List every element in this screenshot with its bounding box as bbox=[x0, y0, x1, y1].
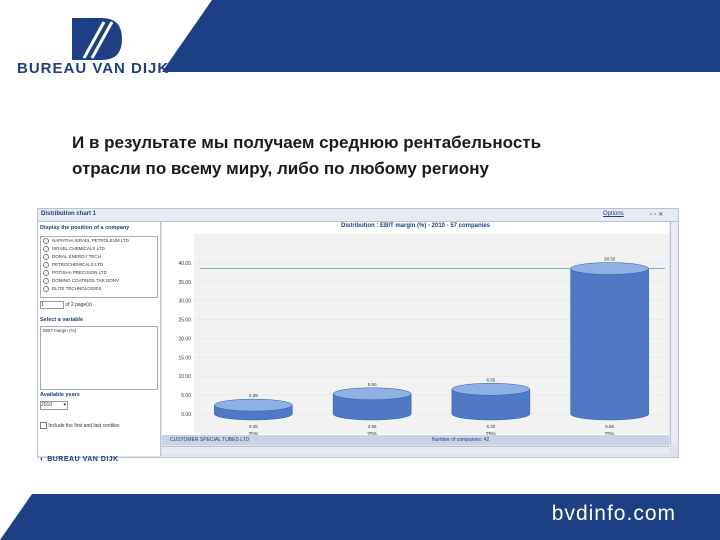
years-section-label: Available years bbox=[40, 392, 80, 398]
radio-icon[interactable] bbox=[43, 270, 49, 276]
footer-brand: ◐ BUREAU VAN DIJK bbox=[40, 456, 119, 463]
status-left: CUSTOMER SPECIAL TUBES LTD bbox=[170, 437, 250, 443]
vertical-scrollbar[interactable] bbox=[670, 222, 678, 444]
chevron-down-icon: ▾ bbox=[63, 402, 66, 408]
footer-wedge bbox=[0, 494, 32, 540]
headline-line-2: отрасли по всему миру, либо по любому ре… bbox=[72, 159, 489, 178]
year-select[interactable]: 2010 ▾ bbox=[40, 401, 68, 410]
year-value: 2010 bbox=[41, 402, 53, 408]
settings-panel: Display the position of a company NAPHTH… bbox=[38, 222, 161, 456]
radio-icon[interactable] bbox=[43, 246, 49, 252]
brand-name: BUREAU VAN DIJK bbox=[17, 60, 170, 77]
list-item[interactable]: ELITE TECHNOLOGIES bbox=[43, 286, 153, 294]
pager: 1 of 2 page(s) bbox=[40, 301, 92, 309]
y-tick-label: 20.00 bbox=[178, 336, 191, 342]
bar-lower-label: 6.65 bbox=[605, 424, 614, 429]
window-titlebar: Distribution chart 1 Options ▫▫✕ bbox=[38, 209, 678, 222]
header-wedge bbox=[162, 0, 212, 72]
bar-top bbox=[570, 262, 649, 275]
radio-icon[interactable] bbox=[43, 286, 49, 292]
footer-url: bvdinfo.com bbox=[551, 502, 676, 525]
centiles-option[interactable]: Include the first and last centiles bbox=[40, 422, 120, 429]
bar-upper-label: 6.55 bbox=[486, 377, 495, 382]
radio-icon[interactable] bbox=[43, 254, 49, 260]
y-tick-label: 5.00 bbox=[181, 393, 191, 399]
headline-line-1: И в результате мы получаем среднюю рента… bbox=[72, 133, 542, 152]
slide-headline: И в результате мы получаем среднюю рента… bbox=[72, 130, 672, 182]
list-item[interactable]: DORAL ENERGY TECH bbox=[43, 254, 153, 262]
pager-label: of 2 page(s) bbox=[65, 302, 93, 308]
y-tick-label: 30.00 bbox=[178, 299, 191, 305]
window-title: Distribution chart 1 bbox=[41, 211, 97, 217]
list-item[interactable]: POTISHA PRECISION LTD bbox=[43, 270, 153, 278]
status-right: Number of companies: 42 bbox=[432, 437, 490, 443]
company-section-label: Display the position of a company bbox=[40, 225, 130, 231]
variable-item[interactable]: EBIT margin (%) bbox=[43, 328, 153, 336]
y-tick-label: 10.00 bbox=[178, 374, 191, 380]
chart-area: Distribution : EBIT margin (%) - 2010 - … bbox=[162, 222, 669, 444]
list-item[interactable]: PETROCHEMICALS LTD bbox=[43, 262, 153, 270]
bar-upper-label: 2.35 bbox=[249, 393, 258, 398]
list-item[interactable]: ISRAEL CHEMICALS LTD bbox=[43, 246, 153, 254]
horizontal-scrollbar[interactable] bbox=[162, 446, 669, 454]
bar-upper-label: 38.50 bbox=[604, 257, 616, 262]
bar-lower-label: 5.30 bbox=[486, 424, 495, 429]
bar bbox=[570, 268, 649, 421]
y-tick-label: 0.00 bbox=[181, 412, 191, 418]
y-tick-label: 35.00 bbox=[178, 280, 191, 286]
company-list[interactable]: NAPHTHA ISRAEL PETROLEUM LTD ISRAEL CHEM… bbox=[40, 236, 158, 298]
checkbox[interactable] bbox=[40, 422, 47, 429]
radio-icon[interactable] bbox=[43, 278, 49, 284]
radio-icon[interactable] bbox=[43, 238, 49, 244]
bar-lower-label: 0.45 bbox=[249, 424, 258, 429]
app-screenshot: Distribution chart 1 Options ▫▫✕ Display… bbox=[37, 208, 679, 458]
distribution-chart: 40.00 35.00 30.00 25.00 20.00 15.00 10.00 5.00 0… bbox=[178, 257, 669, 438]
bar-top bbox=[451, 383, 531, 396]
status-strip: CUSTOMER SPECIAL TUBES LTD Number of com… bbox=[162, 435, 669, 445]
y-tick-label: 40.00 bbox=[178, 261, 191, 267]
list-item[interactable]: NAPHTHA ISRAEL PETROLEUM LTD bbox=[43, 238, 153, 246]
variable-list[interactable]: EBIT margin (%) bbox=[40, 326, 158, 390]
checkbox-label: Include the first and last centiles bbox=[48, 422, 120, 429]
page-input[interactable]: 1 bbox=[40, 301, 64, 309]
bar-top bbox=[332, 387, 412, 401]
bar-lower-label: 3.96 bbox=[368, 424, 377, 429]
bvd-logo-icon bbox=[72, 18, 122, 60]
y-tick-label: 25.00 bbox=[178, 318, 191, 324]
y-tick-label: 15.00 bbox=[178, 355, 191, 361]
variable-section-label: Select a variable bbox=[40, 317, 84, 323]
bar-upper-label: 5.50 bbox=[368, 382, 377, 387]
options-link[interactable]: Options bbox=[603, 211, 624, 217]
header-band bbox=[162, 0, 720, 72]
list-item[interactable]: DOMINO COATINGS TAR DONV bbox=[43, 278, 153, 286]
radio-icon[interactable] bbox=[43, 262, 49, 268]
bar-top bbox=[214, 398, 293, 412]
window-controls-icon[interactable]: ▫▫✕ bbox=[650, 211, 665, 218]
